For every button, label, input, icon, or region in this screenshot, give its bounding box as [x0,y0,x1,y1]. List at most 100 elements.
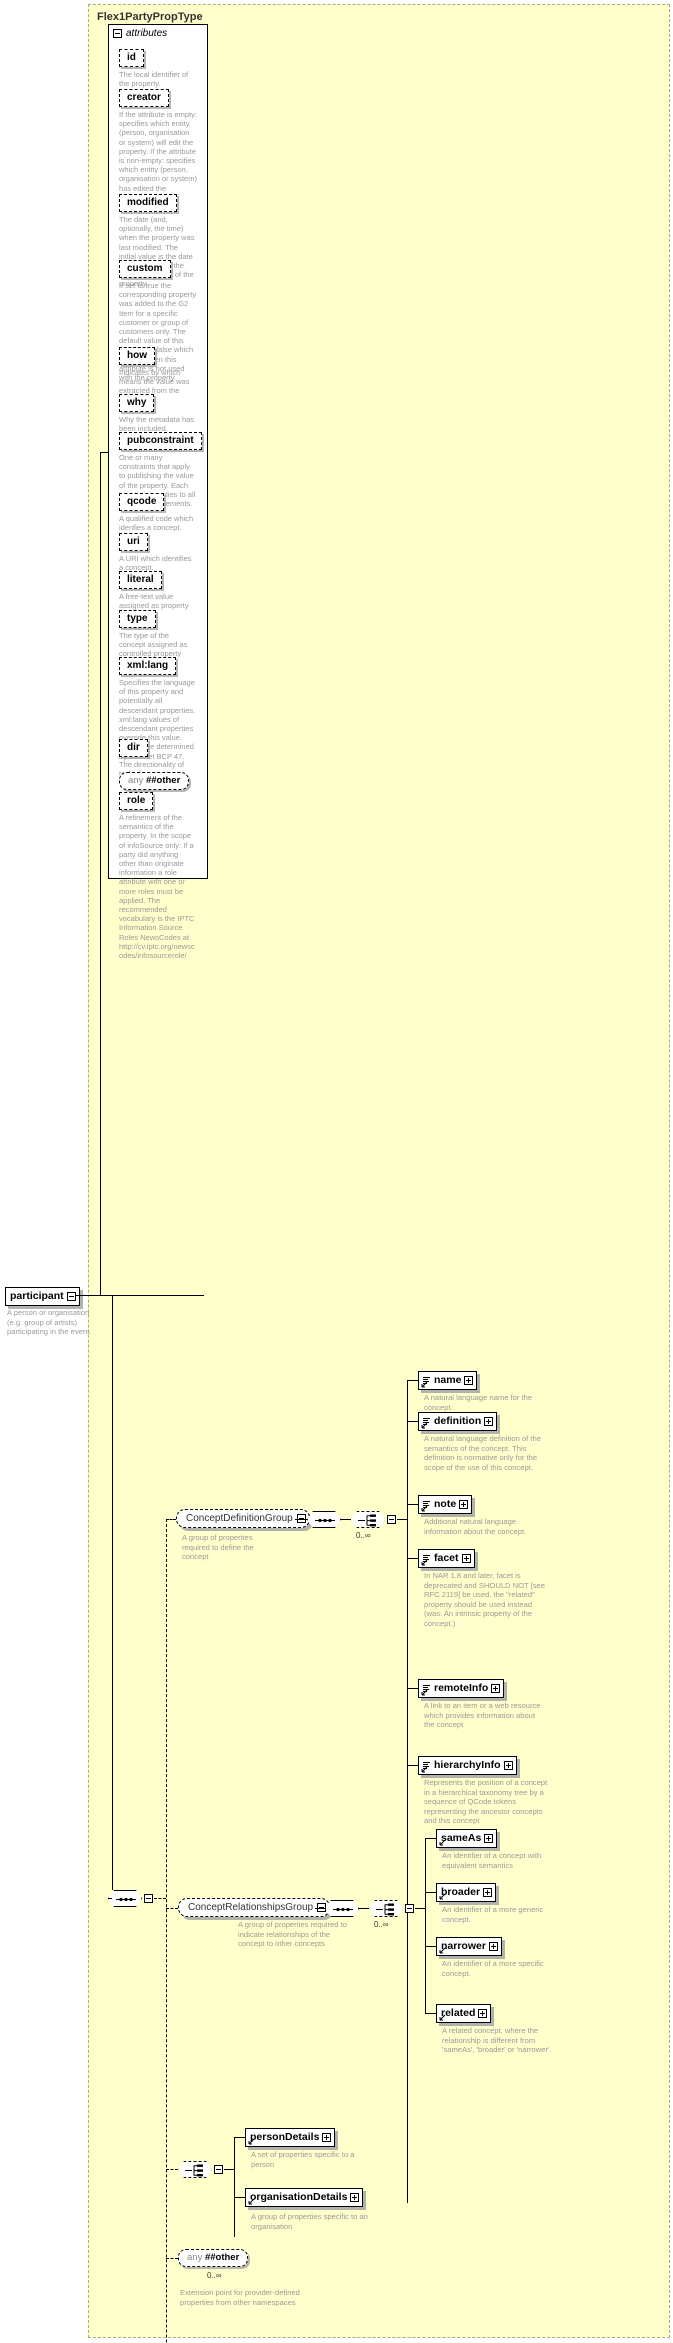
plus-box-icon[interactable] [484,1417,494,1426]
element-organisationdetails[interactable]: organisationDetails [245,2188,364,2207]
attribute-chip[interactable]: type [119,610,156,628]
attributes-panel: attributes id The local identifier of th… [108,24,208,960]
element-hierarchyinfo[interactable]: hierarchyInfo [418,1756,517,1775]
plus-box-icon[interactable] [503,1761,513,1770]
element-label: participant [10,1290,64,1302]
attribute-chip[interactable]: uri [119,533,148,551]
plus-box-icon[interactable] [484,1834,494,1843]
connector-line [234,2137,235,2237]
attribute-chip[interactable]: why [119,394,155,412]
plus-box-icon[interactable] [483,1888,493,1897]
element-description: A natural language definition of the sem… [424,1434,541,1472]
attribute-why[interactable]: why Why the metadata has been included. [119,392,197,433]
minus-box-icon[interactable] [144,1894,153,1903]
attribute-uri[interactable]: uri A URI which identifies a concept. [119,531,197,572]
connector-line [407,1765,418,1766]
connector-line [341,1519,351,1520]
arrow-link-icon [439,1839,446,1846]
minus-box-icon[interactable] [214,2165,223,2174]
plus-box-icon[interactable] [464,1376,474,1385]
arrow-link-icon [421,1505,428,1512]
attribute-creator[interactable]: creator If the attribute is empty: speci… [119,87,197,202]
attribute-any-other[interactable]: any ##other [119,770,190,790]
attribute-chip[interactable]: dir [119,739,148,757]
connector-line [397,1519,407,1520]
connector-line [100,452,108,453]
element-definition[interactable]: definition [418,1412,498,1431]
plus-box-icon[interactable] [350,2193,360,2202]
connector-line [425,1892,436,1893]
connector-line [234,2137,245,2138]
attribute-chip[interactable]: id [119,49,144,67]
arrow-link-icon [421,1766,428,1773]
element-name[interactable]: name [418,1371,478,1390]
choice-compositor-details[interactable] [178,2161,223,2178]
element-description: A related concept, where the relationshi… [442,2026,552,2055]
element-label: note [434,1498,457,1510]
attribute-chip[interactable]: role [119,792,154,810]
attribute-description: A qualified code which idenfies a concep… [119,514,194,533]
connector-line [112,1296,113,1890]
attribute-chip[interactable]: modified [119,194,177,212]
group-conceptdefinitiongroup[interactable]: ConceptDefinitionGroup [176,1509,310,1528]
sequence-compositor-main[interactable] [108,1890,153,1907]
element-facet[interactable]: facet [418,1549,475,1568]
group-conceptrelationshipsgroup[interactable]: ConceptRelationshipsGroup [178,1898,331,1917]
attribute-id[interactable]: id The local identifier of the property. [119,47,197,88]
element-label: narrower [441,1940,486,1952]
connector-line [407,1504,418,1505]
plus-box-icon[interactable] [488,1942,498,1951]
element-description: An identifier of a more specific concept… [442,1959,544,1978]
element-remoteinfo[interactable]: remoteInfo [418,1679,505,1698]
choice-compositor-conceptrelationships[interactable] [369,1900,414,1917]
connector-line [166,1519,176,1520]
minus-box-icon[interactable] [113,28,122,38]
element-description: Additional natural language information … [424,1517,527,1536]
arrow-link-icon [421,1559,428,1566]
element-description: A set of properties specific to a person [251,2150,355,2169]
element-description: A person or organisation (e.g. group of … [7,1308,92,1337]
attribute-chip[interactable]: literal [119,571,162,589]
element-narrower[interactable]: narrower [436,1937,502,1956]
plus-box-icon[interactable] [322,2133,332,2142]
sequence-compositor-conceptrelationships[interactable] [325,1900,359,1917]
attribute-role[interactable]: role A refinement of the semantics of th… [119,790,197,960]
connector-line [425,1838,436,1839]
plus-box-icon[interactable] [491,1684,501,1693]
sequence-compositor-icon [108,1890,142,1907]
arrow-link-icon [248,2138,255,2145]
connector-line [295,1519,307,1520]
attribute-chip[interactable]: pubconstraint [119,432,202,450]
any-namespace-chip[interactable]: any ##other [119,772,190,790]
attribute-chip[interactable]: custom [119,260,171,278]
connector-line [407,1380,418,1381]
attribute-chip[interactable]: qcode [119,493,165,511]
attribute-qcode[interactable]: qcode A qualified code which idenfies a … [119,491,197,532]
group-description: A group of properites required to indica… [238,1920,347,1949]
namespace-token: ##other [204,2252,240,2263]
minus-box-icon[interactable] [387,1515,396,1524]
attribute-chip[interactable]: xml:lang [119,657,177,675]
minus-box-icon[interactable] [66,1292,76,1301]
sequence-compositor-conceptdefinition[interactable] [307,1511,341,1528]
element-broader[interactable]: broader [436,1883,497,1902]
element-sameas[interactable]: sameAs [436,1829,498,1848]
attribute-chip[interactable]: how [119,347,155,365]
choice-compositor-conceptdefinition[interactable] [351,1511,396,1528]
minus-box-icon[interactable] [405,1904,414,1913]
arrow-link-icon [439,1947,446,1954]
element-label: definition [434,1415,482,1427]
attributes-header[interactable]: attributes [109,25,207,41]
element-related[interactable]: related [436,2004,492,2023]
plus-box-icon[interactable] [461,1554,471,1563]
attribute-chip[interactable]: creator [119,89,169,107]
element-description: A link to an item or a web resource whic… [424,1701,541,1730]
element-participant[interactable]: participant [5,1287,80,1306]
plus-box-icon[interactable] [459,1500,469,1509]
element-label: personDetails [250,2131,320,2143]
plus-box-icon[interactable] [478,2009,488,2018]
element-persondetails[interactable]: personDetails [245,2128,336,2147]
connector-line [166,1908,178,1909]
extension-any-other-chip[interactable]: any ##other [178,2249,249,2267]
element-note[interactable]: note [418,1495,473,1514]
